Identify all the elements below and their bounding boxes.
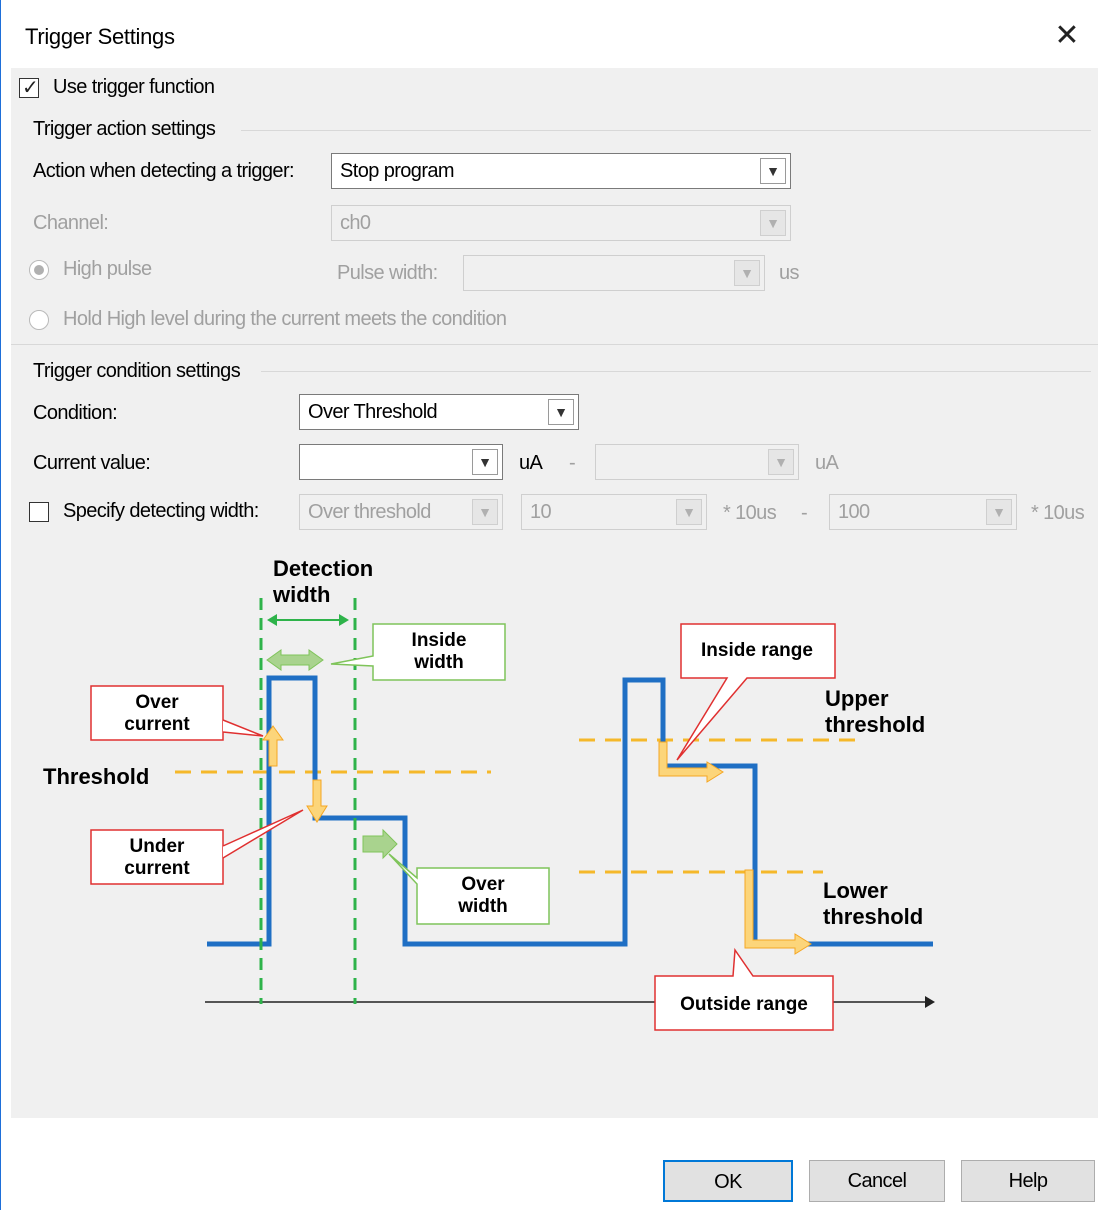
under-current-line1: Under (130, 836, 186, 857)
up-arrow-icon (262, 725, 284, 767)
dialog-body: ✓ Use trigger function Trigger action se… (11, 68, 1098, 1118)
upper-threshold-line2: threshold (825, 712, 925, 737)
inside-range-arrow-icon (658, 741, 724, 783)
threshold-label: Threshold (43, 764, 149, 789)
arrow-right-icon (339, 614, 349, 626)
over-current-line2: current (124, 714, 190, 735)
inside-width-line2: width (413, 652, 464, 673)
window-title: Trigger Settings (25, 24, 175, 49)
under-current-line2: current (124, 858, 190, 879)
inside-width-arrow-icon (266, 649, 324, 671)
lower-threshold-line2: threshold (823, 904, 923, 929)
detection-width-line2: width (272, 582, 330, 607)
over-current-line1: Over (135, 692, 179, 713)
detection-width-line1: Detection (273, 556, 373, 581)
inside-range-label: Inside range (701, 640, 813, 661)
outside-range-label: Outside range (680, 994, 808, 1015)
trigger-settings-dialog: Trigger Settings ✕ ✓ Use trigger functio… (0, 0, 1098, 1210)
upper-threshold-line1: Upper (825, 686, 889, 711)
lower-threshold-line1: Lower (823, 878, 888, 903)
cancel-button[interactable]: Cancel (809, 1160, 945, 1202)
inside-width-line1: Inside (412, 630, 467, 651)
over-width-line2: width (457, 896, 508, 917)
under-current-pointer (222, 809, 304, 859)
trigger-diagram: Detection width Inside width Over curren… (43, 556, 935, 1031)
over-width-line1: Over (461, 874, 505, 895)
title-bar: Trigger Settings ✕ (1, 0, 1098, 68)
help-button[interactable]: Help (961, 1160, 1095, 1202)
over-width-arrow-icon (362, 828, 398, 860)
ok-button[interactable]: OK (663, 1160, 793, 1202)
axis-arrow-icon (925, 996, 935, 1008)
over-current-pointer (222, 719, 264, 737)
outside-range-callout (654, 947, 834, 1031)
arrow-left-icon (267, 614, 277, 626)
close-icon[interactable]: ✕ (1047, 16, 1087, 56)
